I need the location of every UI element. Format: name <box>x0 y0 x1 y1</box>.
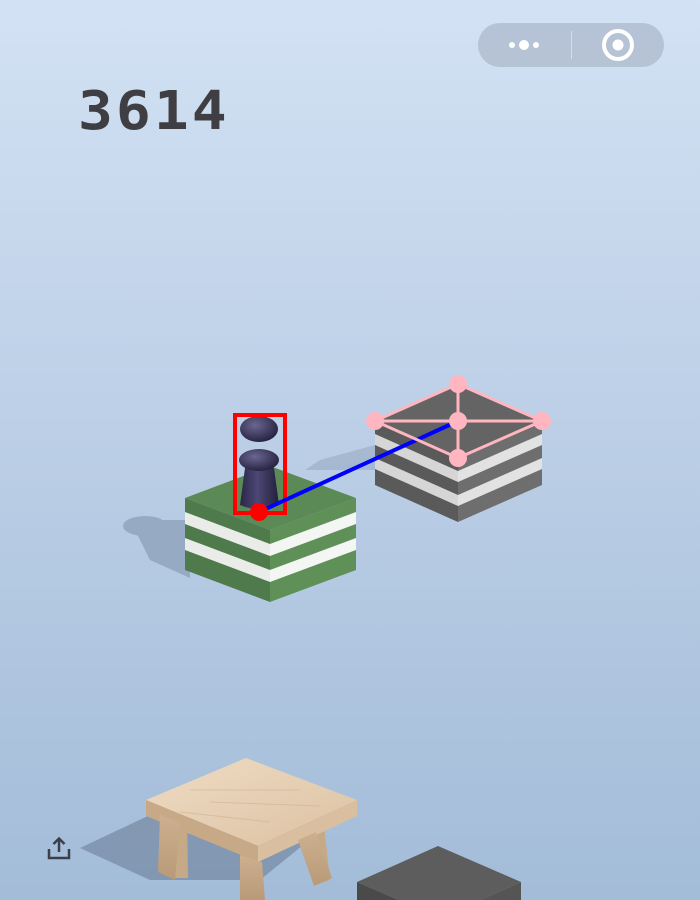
target-vertex-right <box>533 412 551 430</box>
more-menu-button[interactable] <box>478 23 571 67</box>
target-vertex-left <box>366 412 384 430</box>
close-mini-program-button[interactable] <box>572 23 665 67</box>
target-vertex-top <box>449 375 467 393</box>
share-upload-icon <box>47 836 71 860</box>
mini-program-capsule <box>478 23 664 67</box>
share-button[interactable] <box>44 834 74 864</box>
player-piece <box>239 416 279 509</box>
more-dots-icon <box>509 40 540 50</box>
player-anchor-point <box>250 503 268 521</box>
target-circle-icon <box>601 29 634 61</box>
score-display: 3614 <box>78 79 230 142</box>
target-vertex-bottom <box>449 449 467 467</box>
target-center-point <box>449 412 467 430</box>
next-dark-platform <box>357 846 521 900</box>
